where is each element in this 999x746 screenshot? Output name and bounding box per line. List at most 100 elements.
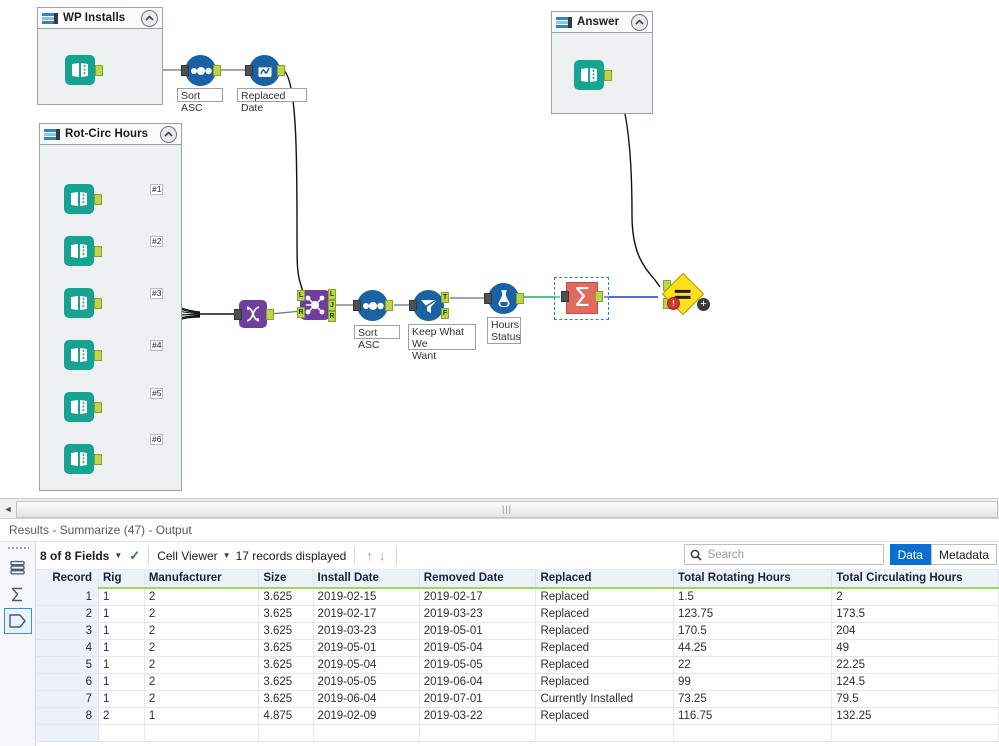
container-answer[interactable]: Answer	[551, 11, 653, 114]
cell-total-circulating-hours: 124.5	[831, 673, 999, 691]
output-anchor[interactable]	[94, 298, 102, 309]
tool-sort-asc-mid[interactable]	[353, 290, 393, 321]
search-box[interactable]	[683, 544, 884, 565]
column-header-record[interactable]: Record	[36, 570, 99, 589]
table-row[interactable]: 1 1 2 3.625 2019-02-15 2019-02-17 Replac…	[36, 588, 999, 606]
caret-down-icon[interactable]: ▼	[223, 551, 231, 560]
tool-replaced-date[interactable]	[245, 55, 285, 86]
tool-input-answer[interactable]	[574, 60, 612, 90]
tool-filter[interactable]: T F	[409, 290, 449, 321]
cell-viewer-label[interactable]: Cell Viewer	[157, 549, 217, 563]
chevron-up-icon[interactable]	[631, 13, 648, 31]
join-input-right-anchor[interactable]: R	[297, 307, 305, 318]
output-tag-icon[interactable]	[3, 608, 32, 634]
previous-record-arrow-icon[interactable]: ↑	[366, 548, 373, 563]
results-grid[interactable]: Record Rig Manufacturer Size Install Dat…	[36, 570, 999, 746]
column-header-removed-date[interactable]: Removed Date	[419, 570, 537, 589]
output-anchor[interactable]	[94, 194, 102, 205]
tool-hours-status[interactable]	[484, 283, 524, 314]
tool-input-rot-2[interactable]	[64, 236, 102, 266]
table-row[interactable]: 5 1 2 3.625 2019-05-04 2019-05-05 Replac…	[36, 656, 999, 674]
next-record-arrow-icon[interactable]: ↓	[379, 548, 386, 563]
splitter-grip[interactable]: |||	[16, 500, 998, 518]
output-anchor[interactable]	[95, 65, 103, 76]
error-badge[interactable]: !	[667, 297, 680, 310]
filter-output-true-anchor[interactable]: T	[441, 292, 449, 303]
container-header[interactable]: Answer	[552, 12, 652, 33]
table-row[interactable]	[36, 724, 999, 742]
add-badge-icon[interactable]: +	[697, 298, 710, 311]
summarize-icon[interactable]	[4, 581, 32, 607]
column-header-replaced[interactable]: Replaced	[535, 570, 674, 589]
output-anchor[interactable]	[595, 291, 603, 302]
input-data-icon	[64, 340, 94, 370]
container-header[interactable]: Rot-Circ Hours	[40, 124, 181, 145]
column-header-size[interactable]: Size	[258, 570, 314, 589]
tool-union[interactable]	[234, 300, 274, 328]
join-output-r-anchor[interactable]: R	[328, 311, 336, 322]
tool-join[interactable]: L R L J R	[297, 289, 336, 322]
input-anchor[interactable]	[234, 309, 242, 320]
join-output-j-anchor[interactable]: J	[328, 300, 336, 311]
join-input-left-anchor[interactable]: L	[297, 290, 305, 301]
tool-input-rot-1[interactable]	[64, 184, 102, 214]
column-header-manufacturer[interactable]: Manufacturer	[144, 570, 260, 589]
table-row[interactable]: 4 1 2 3.625 2019-05-01 2019-05-04 Replac…	[36, 639, 999, 657]
tool-summarize[interactable]: Σ	[561, 282, 603, 314]
column-header-total-circulating-hours[interactable]: Total Circulating Hours	[831, 570, 999, 589]
table-row[interactable]: 7 1 2 3.625 2019-06-04 2019-07-01 Curren…	[36, 690, 999, 708]
output-anchor[interactable]	[94, 350, 102, 361]
output-anchor[interactable]	[94, 454, 102, 465]
input-anchor[interactable]	[245, 65, 253, 76]
table-view-icon[interactable]	[4, 554, 32, 580]
container-header[interactable]: WP Installs	[38, 8, 162, 29]
output-anchor[interactable]	[94, 402, 102, 413]
table-row[interactable]: 3 1 2 3.625 2019-03-23 2019-05-01 Replac…	[36, 622, 999, 640]
chevron-up-icon[interactable]	[141, 9, 158, 27]
column-header-rig[interactable]: Rig	[98, 570, 145, 589]
sidebar-grip[interactable]	[6, 546, 29, 551]
column-header-total-rotating-hours[interactable]: Total Rotating Hours	[673, 570, 833, 589]
canvas-results-splitter[interactable]: ◄ |||	[0, 498, 999, 519]
workflow-canvas[interactable]: WP Installs Answer Rot-Circ Hours #1 #2 …	[0, 0, 999, 498]
output-anchor[interactable]	[94, 246, 102, 257]
container-wp-installs[interactable]: WP Installs	[37, 7, 163, 105]
output-anchor[interactable]	[516, 293, 524, 304]
tool-sort-asc-top[interactable]	[181, 55, 221, 86]
output-anchor[interactable]	[385, 300, 393, 311]
input-anchor[interactable]	[484, 293, 492, 304]
cell-rig: 1	[98, 639, 145, 657]
input-anchor[interactable]	[181, 65, 189, 76]
data-view-button[interactable]: Data	[889, 544, 931, 565]
output-anchor[interactable]	[604, 70, 612, 81]
table-row[interactable]: 6 1 2 3.625 2019-05-05 2019-06-04 Replac…	[36, 673, 999, 691]
input-anchor[interactable]	[561, 291, 569, 302]
input-data-icon	[64, 444, 94, 474]
join-output-l-anchor[interactable]: L	[328, 289, 336, 300]
input-anchor[interactable]	[409, 300, 417, 311]
output-anchor[interactable]	[213, 65, 221, 76]
collapse-left-icon[interactable]: ◄	[0, 500, 16, 518]
tool-input-wp-installs[interactable]	[65, 55, 103, 85]
input-anchor[interactable]	[353, 300, 361, 311]
filter-output-false-anchor[interactable]: F	[441, 308, 449, 319]
tool-input-rot-3[interactable]	[64, 288, 102, 318]
search-input[interactable]	[705, 547, 878, 562]
table-row[interactable]: 2 1 2 3.625 2019-02-17 2019-03-23 Replac…	[36, 605, 999, 623]
tool-input-rot-4[interactable]	[64, 340, 102, 370]
cell-total-circulating-hours: 132.25	[831, 707, 999, 725]
tool-input-rot-5[interactable]	[64, 392, 102, 422]
cell-manufacturer: 2	[144, 639, 260, 657]
cell-replaced: Replaced	[535, 707, 674, 725]
tool-input-rot-6[interactable]	[64, 444, 102, 474]
table-row[interactable]: 8 2 1 4.875 2019-02-09 2019-03-22 Replac…	[36, 707, 999, 725]
column-header-install-date[interactable]: Install Date	[313, 570, 420, 589]
output-anchor[interactable]	[277, 65, 285, 76]
output-anchor[interactable]	[266, 309, 274, 320]
caret-down-icon[interactable]: ▼	[114, 551, 122, 560]
metadata-view-button[interactable]: Metadata	[930, 544, 997, 565]
cell-rig: 1	[98, 673, 145, 691]
fields-count-label[interactable]: 8 of 8 Fields	[40, 549, 109, 563]
chevron-up-icon[interactable]	[160, 125, 177, 143]
fields-check-icon[interactable]: ✓	[129, 548, 140, 564]
